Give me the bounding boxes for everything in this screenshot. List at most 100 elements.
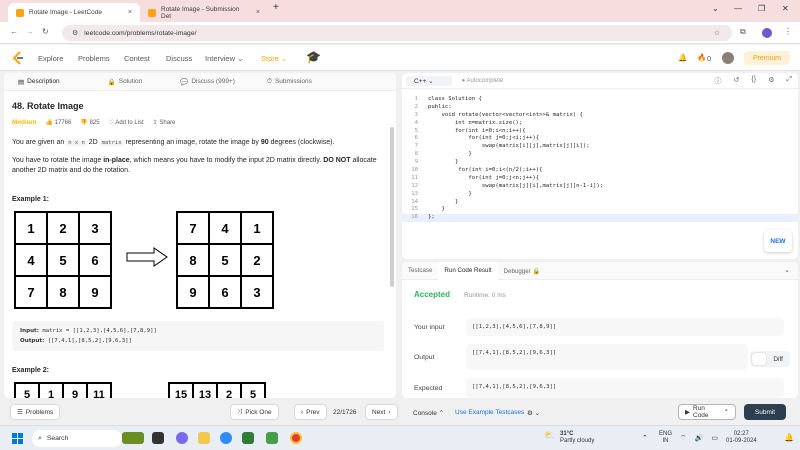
- profile-avatar[interactable]: [762, 28, 772, 38]
- info-icon[interactable]: ⓘ: [715, 76, 722, 86]
- task-view-icon[interactable]: [152, 432, 164, 444]
- dislike-button[interactable]: 👎 825: [80, 119, 99, 126]
- wifi-icon[interactable]: ⌔: [680, 434, 687, 443]
- clock[interactable]: 02:27 01-09-2024: [726, 431, 757, 445]
- graduation-cap-icon[interactable]: 🎓: [306, 50, 321, 64]
- code-line[interactable]: 11 for(int j=0;j<n;j++){: [402, 175, 798, 183]
- windows-start-icon[interactable]: [12, 433, 23, 444]
- tab-debugger[interactable]: Debugger 🔒: [498, 262, 547, 280]
- tab-run-code-result[interactable]: Run Code Result: [438, 262, 498, 280]
- pick-one-button[interactable]: ⤨ Pick One: [230, 404, 279, 420]
- green-app-icon[interactable]: [266, 432, 278, 444]
- code-line[interactable]: 7 swap(matrix[i][j],matrix[j][i]);: [402, 143, 798, 151]
- browser-menu-icon[interactable]: ⋮: [784, 27, 792, 36]
- close-tab-icon[interactable]: ×: [128, 9, 132, 16]
- like-button[interactable]: 👍 17766: [46, 119, 72, 126]
- code-area[interactable]: 1 class Solution {2 public: 3 void rotate(v…: [402, 89, 798, 223]
- battery-icon[interactable]: ▭: [711, 434, 718, 443]
- volume-icon[interactable]: 🔊: [695, 434, 704, 443]
- diff-toggle[interactable]: Diff: [750, 351, 790, 367]
- nav-contest[interactable]: Contest: [124, 54, 150, 63]
- new-tab-button[interactable]: +: [273, 2, 279, 13]
- notification-icon[interactable]: 🔔: [784, 433, 794, 442]
- maximize-button[interactable]: ❐: [758, 4, 765, 13]
- premium-button[interactable]: Premium: [744, 51, 790, 65]
- example-1-io: Input: matrix = [[1,2,3],[4,5,6],[7,8,9]…: [12, 321, 384, 351]
- minimize-button[interactable]: —: [734, 4, 742, 13]
- code-line[interactable]: 1 class Solution {: [402, 96, 798, 104]
- close-tab-icon[interactable]: ×: [256, 9, 260, 16]
- browser-tab-leetcode[interactable]: Rotate Image - LeetCode ×: [8, 3, 140, 22]
- chat-app-icon[interactable]: [176, 432, 188, 444]
- collapse-chevron-icon[interactable]: ⌄: [784, 266, 790, 274]
- nav-explore[interactable]: Explore: [38, 54, 63, 63]
- help-icon[interactable]: ⚙ ⌄: [527, 409, 540, 417]
- forward-icon[interactable]: →: [26, 27, 34, 36]
- matrix-cell: 4: [209, 212, 241, 244]
- browser-tab-submission[interactable]: Rotate Image - Submission Det ×: [140, 3, 268, 22]
- add-to-list-button[interactable]: ♡ Add to List: [109, 119, 144, 126]
- store-app-icon[interactable]: [242, 432, 254, 444]
- tab-search-icon[interactable]: ⌄: [712, 4, 719, 13]
- in-place-link[interactable]: in-place: [103, 157, 129, 164]
- weather-widget[interactable]: ⛅ 31°C Partly cloudy: [544, 431, 594, 445]
- tab-solution[interactable]: 🔒 Solution: [94, 73, 157, 91]
- code-line[interactable]: 2 public:: [402, 104, 798, 112]
- tab-testcase[interactable]: Testcase: [402, 262, 438, 280]
- autocomplete-toggle[interactable]: ● Autocomplete: [462, 78, 504, 84]
- code-line[interactable]: 12 swap(matrix[j][i],matrix[j][n-1-i]);: [402, 183, 798, 191]
- nav-problems[interactable]: Problems: [78, 54, 110, 63]
- leetcode-logo[interactable]: [12, 51, 24, 65]
- extensions-icon[interactable]: ⧉: [740, 27, 746, 37]
- code-line[interactable]: 6 for(int j=0;j<i;j++){: [402, 135, 798, 143]
- code-line[interactable]: 4 int n=matrix.size();: [402, 120, 798, 128]
- streak-fire-icon[interactable]: 🔥: [697, 53, 706, 62]
- prev-button[interactable]: ‹ Prev: [294, 404, 327, 420]
- code-line[interactable]: 8 }: [402, 151, 798, 159]
- nav-discuss[interactable]: Discuss: [166, 54, 192, 63]
- tab-discuss[interactable]: 💬 Discuss (999+): [166, 73, 249, 91]
- code-line[interactable]: 13 }: [402, 191, 798, 199]
- problems-list-button[interactable]: ☰ Problems: [10, 404, 61, 420]
- settings-icon[interactable]: ⚙: [768, 76, 774, 86]
- submit-button[interactable]: Submit: [744, 404, 786, 420]
- share-button[interactable]: ⇪ Share: [153, 119, 176, 126]
- keyboard-language[interactable]: ENG IN: [659, 431, 672, 445]
- tab-submissions[interactable]: ⏱ Submissions: [253, 73, 326, 91]
- language-select[interactable]: C++ ⌄: [406, 75, 452, 86]
- fullscreen-icon[interactable]: ⤢: [786, 76, 792, 86]
- nav-interview[interactable]: Interview ⌄: [205, 54, 243, 63]
- code-line[interactable]: 15 }: [402, 206, 798, 214]
- notification-bell-icon[interactable]: 🔔: [678, 53, 687, 62]
- console-toggle[interactable]: Console ⌃: [413, 409, 444, 417]
- back-icon[interactable]: ←: [10, 27, 18, 36]
- site-info-icon[interactable]: ⚙: [72, 29, 78, 37]
- next-button[interactable]: Next ›: [365, 404, 398, 420]
- nav-store[interactable]: Store ⌄: [261, 54, 287, 63]
- address-bar[interactable]: ⚙ leetcode.com/problems/rotate-image/ ☆: [62, 25, 732, 41]
- braces-icon[interactable]: {}: [751, 76, 756, 86]
- chrome-browser-icon[interactable]: [290, 432, 302, 444]
- description-scrollbar[interactable]: [390, 127, 394, 287]
- tab-description[interactable]: ▤ Description: [4, 73, 74, 91]
- reload-icon[interactable]: ↻: [42, 27, 49, 36]
- new-badge-button[interactable]: NEW: [764, 230, 792, 252]
- user-avatar[interactable]: [722, 52, 734, 64]
- edge-browser-icon[interactable]: [220, 432, 232, 444]
- bookmark-star-icon[interactable]: ☆: [714, 29, 720, 37]
- taskbar-widget-icon[interactable]: [122, 432, 144, 444]
- taskbar-search[interactable]: ⌕ Search: [32, 430, 122, 447]
- file-explorer-icon[interactable]: [198, 432, 210, 444]
- code-line[interactable]: 14 }: [402, 199, 798, 207]
- code-line[interactable]: 3 void rotate(vector<vector<int>>& matri…: [402, 112, 798, 120]
- show-hidden-icons-chevron[interactable]: ⌃: [642, 434, 648, 442]
- close-window-button[interactable]: ✕: [782, 4, 789, 13]
- streak-count: 0: [707, 54, 712, 63]
- code-line[interactable]: 9 }: [402, 159, 798, 167]
- use-example-testcases-link[interactable]: Use Example Testcases: [455, 409, 524, 416]
- reset-code-icon[interactable]: ↺: [734, 76, 740, 86]
- code-line[interactable]: 16};: [402, 214, 798, 223]
- code-line[interactable]: 5 for(int i=0;i<n;i++){: [402, 128, 798, 136]
- run-code-button[interactable]: ▶ Run Code ⌃: [678, 404, 736, 420]
- code-line[interactable]: 10 for(int i=0;i<(n/2);i++){: [402, 167, 798, 175]
